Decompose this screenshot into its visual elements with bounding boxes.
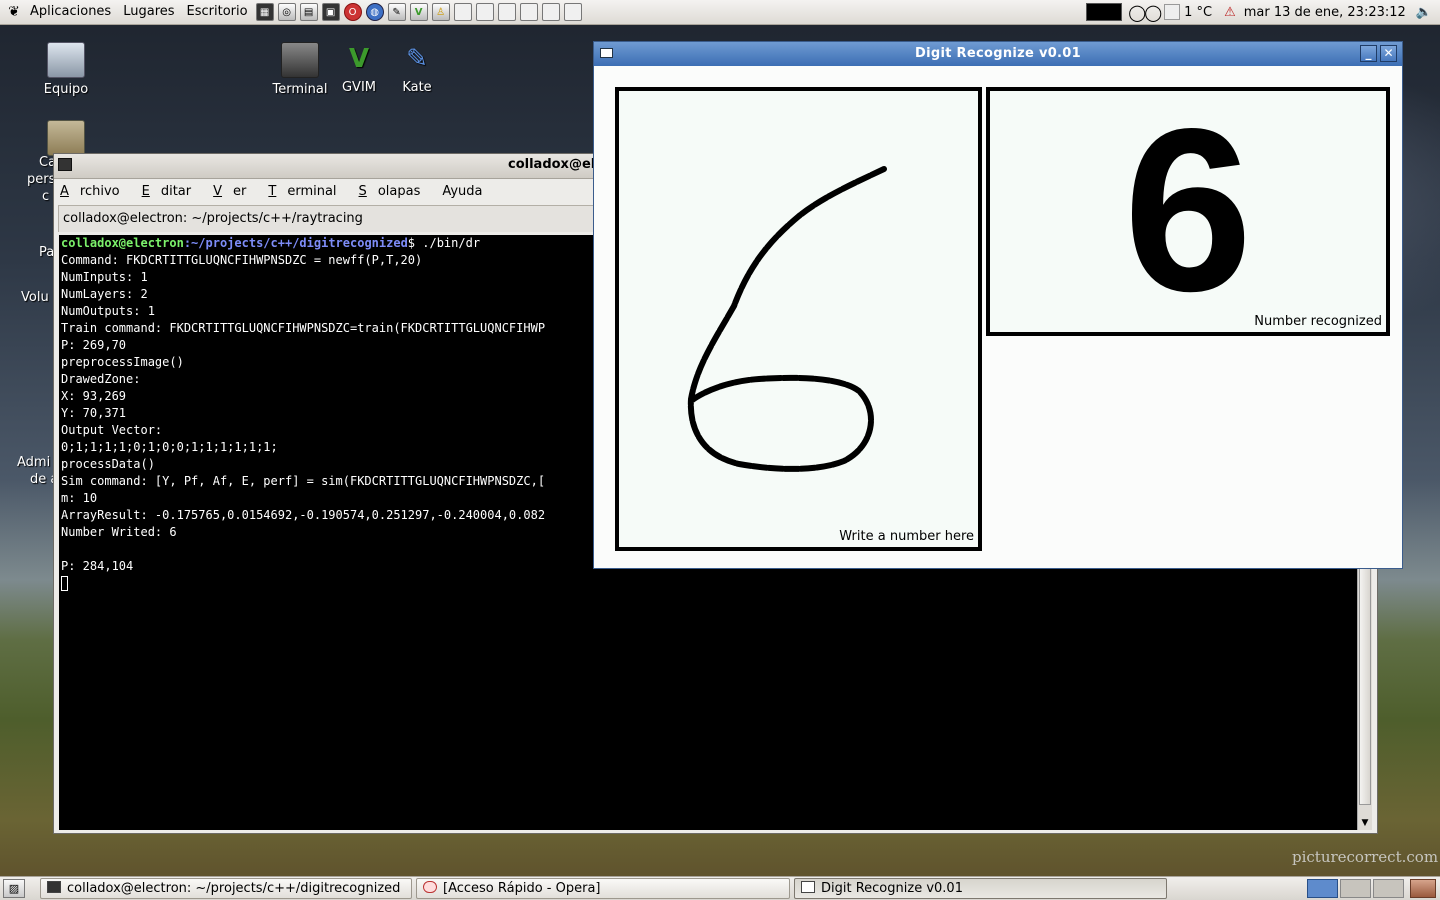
digit-recognize-window[interactable]: Digit Recognize v0.01 _ ✕ Write a number…	[593, 41, 1403, 569]
system-monitor-graph[interactable]	[1086, 3, 1123, 21]
result-panel: 6 Number recognized	[986, 87, 1390, 336]
window-icon-5[interactable]	[541, 3, 560, 21]
desktop-label-fragment: c	[42, 189, 50, 204]
gvim-icon: V	[348, 44, 370, 74]
scroll-down-arrow-icon[interactable]: ▼	[1358, 816, 1372, 830]
browser-icon[interactable]: ◍	[365, 3, 384, 21]
home-folder-icon	[47, 120, 85, 156]
window-icon-2[interactable]	[475, 3, 494, 21]
opera-icon	[423, 881, 437, 893]
menu-editar[interactable]: Editar	[142, 184, 203, 199]
eyes-icon: ◯◯	[1128, 2, 1162, 22]
workspace-3[interactable]	[1373, 879, 1404, 898]
tools-icon[interactable]: ✎	[387, 3, 406, 21]
terminal-icon	[281, 42, 319, 78]
volume-icon[interactable]: 🔈	[1416, 5, 1432, 20]
desktop-label-fragment: Volu	[21, 290, 49, 305]
user-icon[interactable]: ♙	[431, 3, 450, 21]
task-terminal[interactable]: colladox@electron: ~/projects/c++/digitr…	[40, 878, 412, 899]
menu-escritorio[interactable]: Escritorio	[181, 0, 254, 24]
task-label: Digit Recognize v0.01	[821, 881, 963, 896]
window-icon-1[interactable]	[453, 3, 472, 21]
calculator-icon[interactable]: ▦	[255, 3, 274, 21]
network-icon[interactable]: ◎	[277, 3, 296, 21]
terminal-icon[interactable]	[58, 158, 72, 171]
window-icon-4[interactable]	[519, 3, 538, 21]
window-icon-3[interactable]	[497, 3, 516, 21]
window-icon-6[interactable]	[563, 3, 582, 21]
desktop-icon-kate[interactable]: ✎ Kate	[381, 42, 453, 95]
menu-ayuda[interactable]: Ayuda	[442, 184, 493, 199]
digit-titlebar[interactable]: Digit Recognize v0.01 _ ✕	[594, 42, 1402, 66]
terminal-icon	[47, 881, 61, 893]
prompt-path: :~/projects/c++/digitrecognized	[183, 236, 408, 250]
desktop-label-fragment: Pa	[39, 245, 55, 260]
clock[interactable]: mar 13 de ene, 23:23:12	[1244, 5, 1406, 20]
minimize-button[interactable]: _	[1360, 45, 1377, 62]
workspace-2[interactable]	[1340, 879, 1371, 898]
terminal-icon[interactable]: ▣	[321, 3, 340, 21]
drawing-canvas[interactable]: Write a number here	[615, 87, 982, 551]
show-desktop-button[interactable]: ▨	[3, 879, 25, 898]
notification-icon[interactable]: ⚠	[1224, 5, 1236, 20]
menu-ver[interactable]: Ver	[213, 184, 257, 199]
tab-label: colladox@electron: ~/projects/c++/raytra…	[63, 211, 363, 226]
task-digit-recognize[interactable]: Digit Recognize v0.01	[794, 878, 1167, 899]
opera-icon[interactable]: O	[343, 3, 362, 21]
recognized-digit: 6	[1123, 81, 1253, 340]
desktop-icon-label: Kate	[402, 80, 432, 95]
close-button[interactable]: ✕	[1380, 45, 1397, 62]
archive-icon[interactable]: ▤	[299, 3, 318, 21]
top-panel: ❦ Aplicaciones Lugares Escritorio ▦ ◎ ▤ …	[0, 0, 1440, 25]
prompt-command: $ ./bin/dr	[407, 236, 481, 250]
trash-icon[interactable]	[1410, 879, 1436, 898]
handwritten-digit-stroke	[687, 166, 887, 472]
text-cursor	[61, 576, 68, 591]
menu-archivo[interactable]: Archivo	[60, 184, 131, 199]
workspace-1[interactable]	[1307, 879, 1338, 898]
bottom-panel: ▨ colladox@electron: ~/projects/c++/digi…	[0, 876, 1440, 900]
computer-icon	[47, 42, 85, 78]
desktop-label-fragment: Admi	[17, 455, 51, 470]
desktop-icon-label: Equipo	[43, 82, 89, 97]
gnome-foot-icon[interactable]: ❦	[6, 4, 22, 20]
result-caption: Number recognized	[1254, 314, 1382, 329]
window-title: colladox@el	[508, 157, 596, 172]
weather-icon	[1164, 4, 1181, 20]
gvim-icon[interactable]: V	[409, 3, 428, 21]
task-opera[interactable]: [Acceso Rápido - Opera]	[416, 878, 790, 899]
menu-solapas[interactable]: Solapas	[359, 184, 432, 199]
watermark: picturecorrect.com	[1292, 848, 1439, 866]
menu-lugares[interactable]: Lugares	[117, 0, 180, 24]
prompt-user: colladox@electron	[61, 236, 184, 250]
drawing-caption: Write a number here	[839, 529, 974, 544]
kate-icon: ✎	[406, 44, 428, 74]
panel-tray: ◯◯ 1 °C ⚠ mar 13 de ene, 23:23:12 🔈	[1086, 0, 1440, 24]
task-label: colladox@electron: ~/projects/c++/digitr…	[67, 881, 401, 896]
desktop-icon-equipo[interactable]: Equipo	[30, 42, 102, 97]
window-icon	[801, 881, 815, 893]
menu-terminal[interactable]: Terminal	[268, 184, 347, 199]
task-label: [Acceso Rápido - Opera]	[443, 881, 601, 896]
desktop-label-fragment: pers	[27, 172, 56, 187]
temperature-label[interactable]: 1 °C	[1184, 5, 1212, 20]
window-title: Digit Recognize v0.01	[915, 46, 1081, 61]
menu-aplicaciones[interactable]: Aplicaciones	[24, 0, 117, 24]
